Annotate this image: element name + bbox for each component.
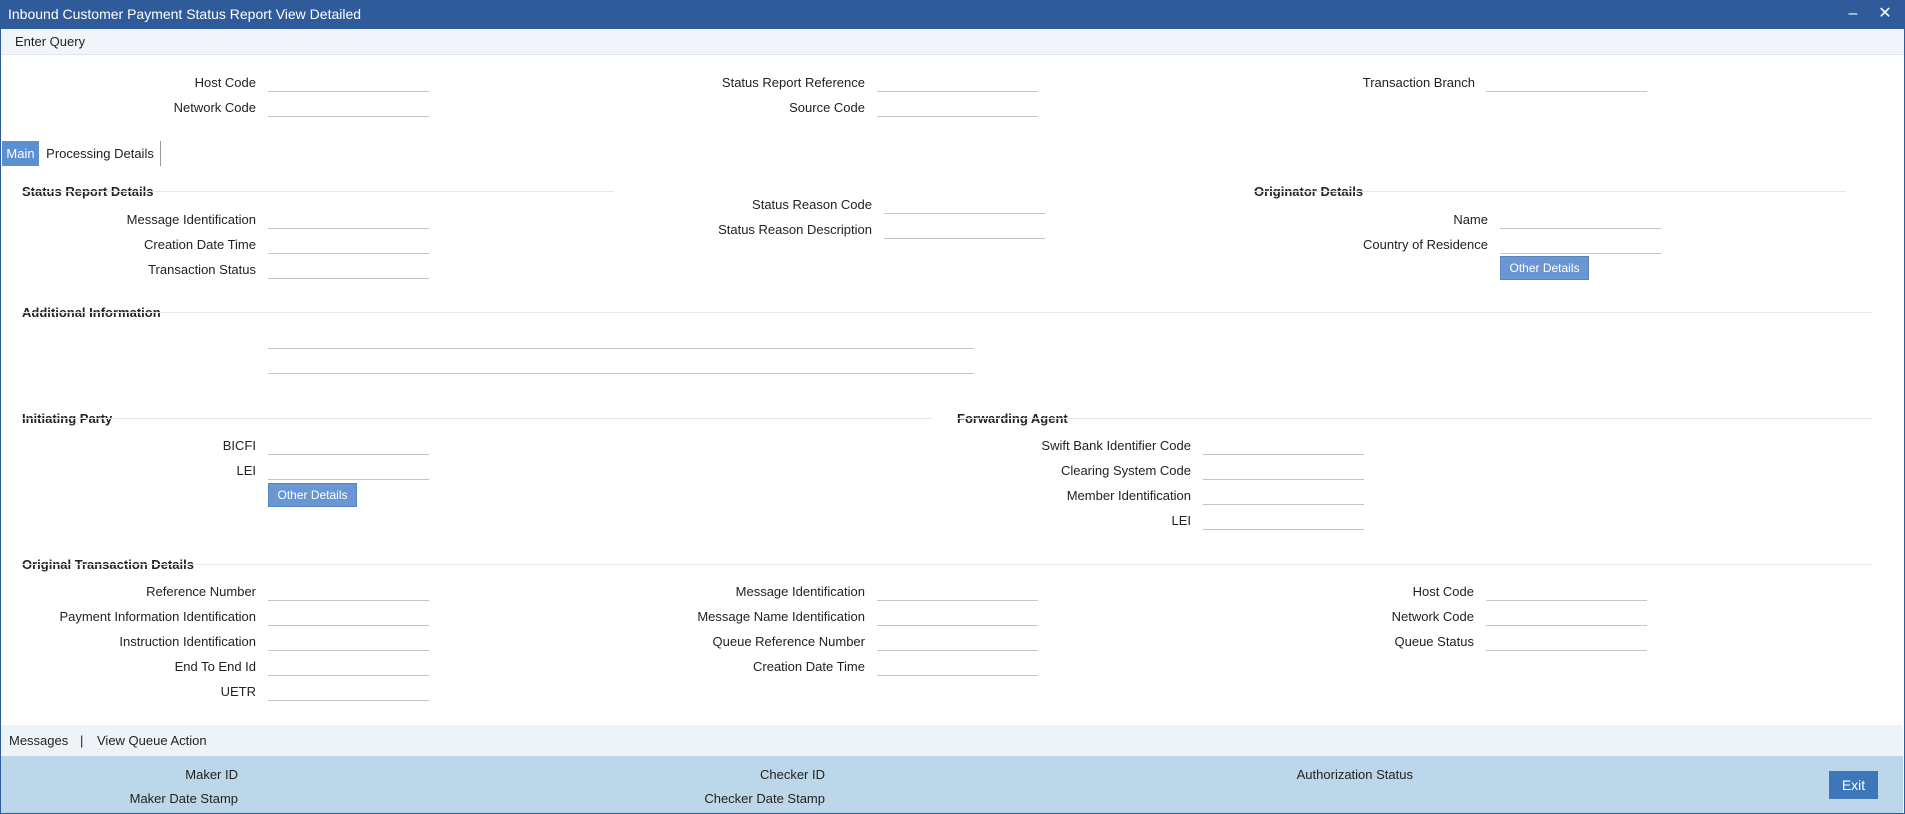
swift-bic-input[interactable] (1203, 436, 1364, 455)
section-divider (1254, 191, 1846, 192)
initiating-party-other-details-button[interactable]: Other Details (268, 483, 357, 507)
member-identification-label: Member Identification (1066, 488, 1191, 503)
initiating-party-lei-label: LEI (236, 463, 256, 478)
additional-information-line-1[interactable] (268, 330, 974, 349)
message-identification-label: Message Identification (126, 212, 256, 227)
transaction-branch-label: Transaction Branch (1362, 75, 1475, 90)
swift-bic-label: Swift Bank Identifier Code (1041, 438, 1191, 453)
queue-status-input[interactable] (1486, 632, 1647, 651)
section-divider (957, 418, 1872, 419)
source-code-input[interactable] (877, 98, 1038, 117)
maker-id-label: Maker ID (185, 767, 238, 782)
payment-information-identification-input[interactable] (268, 607, 429, 626)
network-code-label: Network Code (173, 100, 256, 115)
queue-reference-number-label: Queue Reference Number (712, 634, 865, 649)
message-name-identification-label: Message Name Identification (697, 609, 865, 624)
clearing-system-code-input[interactable] (1203, 461, 1364, 480)
orig-creation-date-time-input[interactable] (877, 657, 1038, 676)
orig-network-code-input[interactable] (1486, 607, 1647, 626)
transaction-status-label: Transaction Status (148, 262, 256, 277)
orig-network-code-label: Network Code (1391, 609, 1474, 624)
authorization-status-label: Authorization Status (1296, 767, 1413, 782)
tab-main[interactable]: Main (2, 141, 39, 166)
section-divider (22, 191, 614, 192)
orig-creation-date-time-label: Creation Date Time (753, 659, 865, 674)
checker-date-stamp-label: Checker Date Stamp (704, 791, 825, 806)
originator-name-input[interactable] (1500, 210, 1661, 229)
source-code-label: Source Code (789, 100, 865, 115)
footer-links-bar: Messages | View Queue Action (0, 725, 1903, 756)
country-of-residence-input[interactable] (1500, 235, 1661, 254)
network-code-input[interactable] (268, 98, 429, 117)
minimize-icon[interactable]: – (1843, 4, 1863, 24)
transaction-branch-input[interactable] (1486, 73, 1647, 92)
orig-host-code-input[interactable] (1486, 582, 1647, 601)
instruction-identification-label: Instruction Identification (119, 634, 256, 649)
creation-date-time-input[interactable] (268, 235, 429, 254)
transaction-status-input[interactable] (268, 260, 429, 279)
messages-link[interactable]: Messages (9, 733, 68, 748)
queue-reference-number-input[interactable] (877, 632, 1038, 651)
window-title-bar: Inbound Customer Payment Status Report V… (0, 0, 1905, 29)
creation-date-time-label: Creation Date Time (144, 237, 256, 252)
bicfi-label: BICFI (222, 438, 256, 453)
orig-message-identification-input[interactable] (877, 582, 1038, 601)
close-icon[interactable]: ✕ (1875, 4, 1895, 24)
status-reason-code-label: Status Reason Code (752, 197, 872, 212)
section-divider (22, 312, 1872, 313)
end-to-end-id-label: End To End Id (174, 659, 256, 674)
host-code-input[interactable] (268, 73, 429, 92)
member-identification-input[interactable] (1203, 486, 1364, 505)
section-divider (22, 564, 1872, 565)
maker-date-stamp-label: Maker Date Stamp (129, 791, 238, 806)
section-divider (22, 418, 932, 419)
status-reason-code-input[interactable] (884, 195, 1045, 214)
window-title: Inbound Customer Payment Status Report V… (8, 6, 362, 22)
uetr-input[interactable] (268, 682, 429, 701)
instruction-identification-input[interactable] (268, 632, 429, 651)
end-to-end-id-input[interactable] (268, 657, 429, 676)
initiating-party-lei-input[interactable] (268, 461, 429, 480)
additional-information-line-2[interactable] (268, 355, 974, 374)
status-reason-description-input[interactable] (884, 220, 1045, 239)
clearing-system-code-label: Clearing System Code (1060, 463, 1191, 478)
reference-number-label: Reference Number (146, 584, 256, 599)
tab-processing-details[interactable]: Processing Details (40, 141, 161, 166)
uetr-label: UETR (220, 684, 256, 699)
enter-query-menu-item[interactable]: Enter Query (15, 34, 85, 49)
bicfi-input[interactable] (268, 436, 429, 455)
originator-other-details-button[interactable]: Other Details (1500, 256, 1589, 280)
status-report-reference-label: Status Report Reference (721, 75, 865, 90)
view-queue-action-link[interactable]: View Queue Action (97, 733, 207, 748)
message-name-identification-input[interactable] (877, 607, 1038, 626)
footer-link-separator: | (80, 733, 84, 748)
originator-name-label: Name (1453, 212, 1488, 227)
queue-status-label: Queue Status (1394, 634, 1475, 649)
orig-host-code-label: Host Code (1412, 584, 1474, 599)
status-report-reference-input[interactable] (877, 73, 1038, 92)
checker-id-label: Checker ID (759, 767, 825, 782)
orig-message-identification-label: Message Identification (735, 584, 865, 599)
message-identification-input[interactable] (268, 210, 429, 229)
status-reason-description-label: Status Reason Description (718, 222, 872, 237)
reference-number-input[interactable] (268, 582, 429, 601)
exit-button[interactable]: Exit (1829, 771, 1878, 799)
forwarding-agent-lei-input[interactable] (1203, 511, 1364, 530)
forwarding-agent-lei-label: LEI (1171, 513, 1191, 528)
payment-information-identification-label: Payment Information Identification (59, 609, 256, 624)
audit-footer: Maker ID Maker Date Stamp Checker ID Che… (0, 756, 1903, 813)
host-code-label: Host Code (194, 75, 256, 90)
country-of-residence-label: Country of Residence (1362, 237, 1488, 252)
menu-bar: Enter Query (0, 29, 1905, 55)
